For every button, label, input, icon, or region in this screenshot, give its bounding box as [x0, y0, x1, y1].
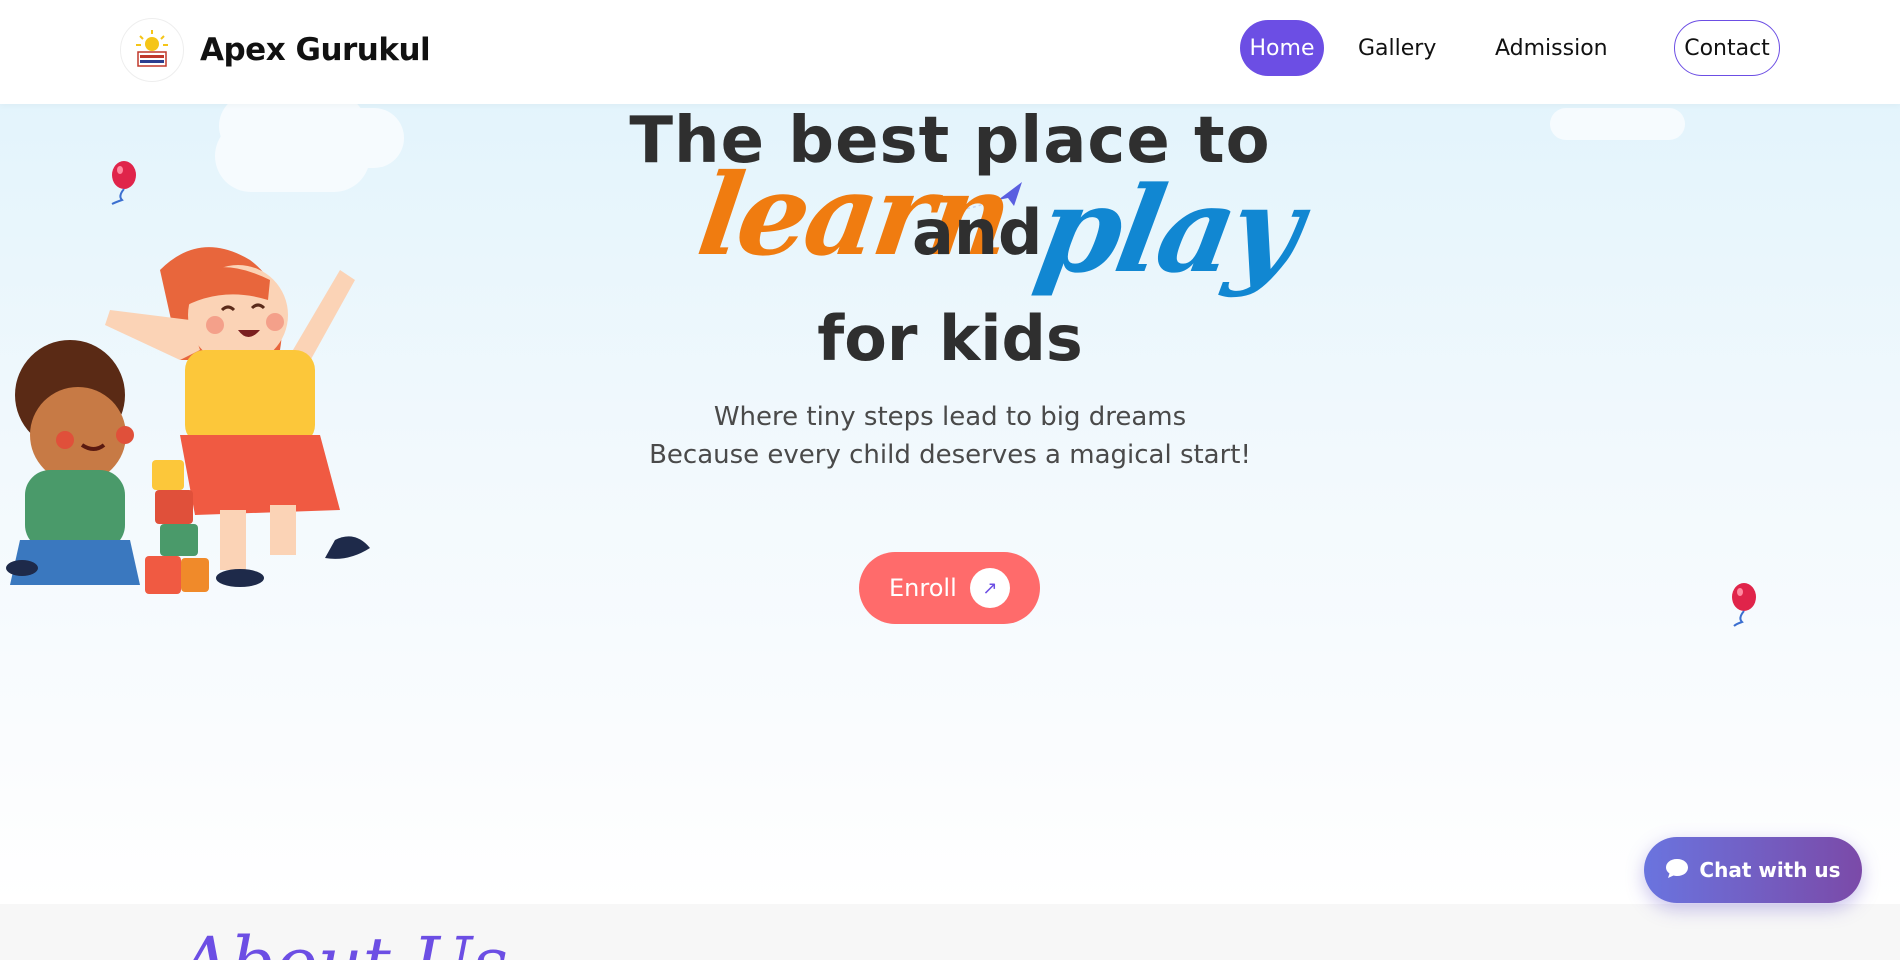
enroll-button[interactable]: Enroll ↗ — [859, 552, 1040, 624]
hero-heading-line3: for kids — [817, 302, 1083, 375]
logo-icon — [120, 18, 184, 82]
hero-subtitle-2: Because every child deserves a magical s… — [649, 440, 1251, 470]
balloon-icon — [1732, 583, 1756, 627]
nav-admission[interactable]: Admission — [1495, 20, 1608, 76]
about-title: About Us — [180, 922, 508, 960]
logo-link[interactable]: Apex Gurukul — [120, 18, 431, 82]
hero-word-and: and — [912, 196, 1043, 269]
hero-subtitle-1: Where tiny steps lead to big dreams — [713, 402, 1187, 432]
nav-gallery[interactable]: Gallery — [1358, 20, 1436, 76]
nav-contact-button[interactable]: Contact — [1674, 20, 1780, 76]
chat-label: Chat with us — [1699, 858, 1841, 882]
site-header: Apex Gurukul Home Gallery Admission Cont… — [0, 0, 1900, 104]
chat-bubble-icon — [1665, 857, 1689, 884]
brand-name: Apex Gurukul — [200, 32, 431, 68]
about-section: About Us — [0, 904, 1900, 960]
chat-button[interactable]: Chat with us — [1644, 837, 1862, 903]
nav-home[interactable]: Home — [1240, 20, 1324, 76]
hero-word-play: play — [1027, 160, 1309, 299]
enroll-label: Enroll — [889, 574, 957, 602]
arrow-up-right-icon: ↗ — [970, 568, 1010, 608]
